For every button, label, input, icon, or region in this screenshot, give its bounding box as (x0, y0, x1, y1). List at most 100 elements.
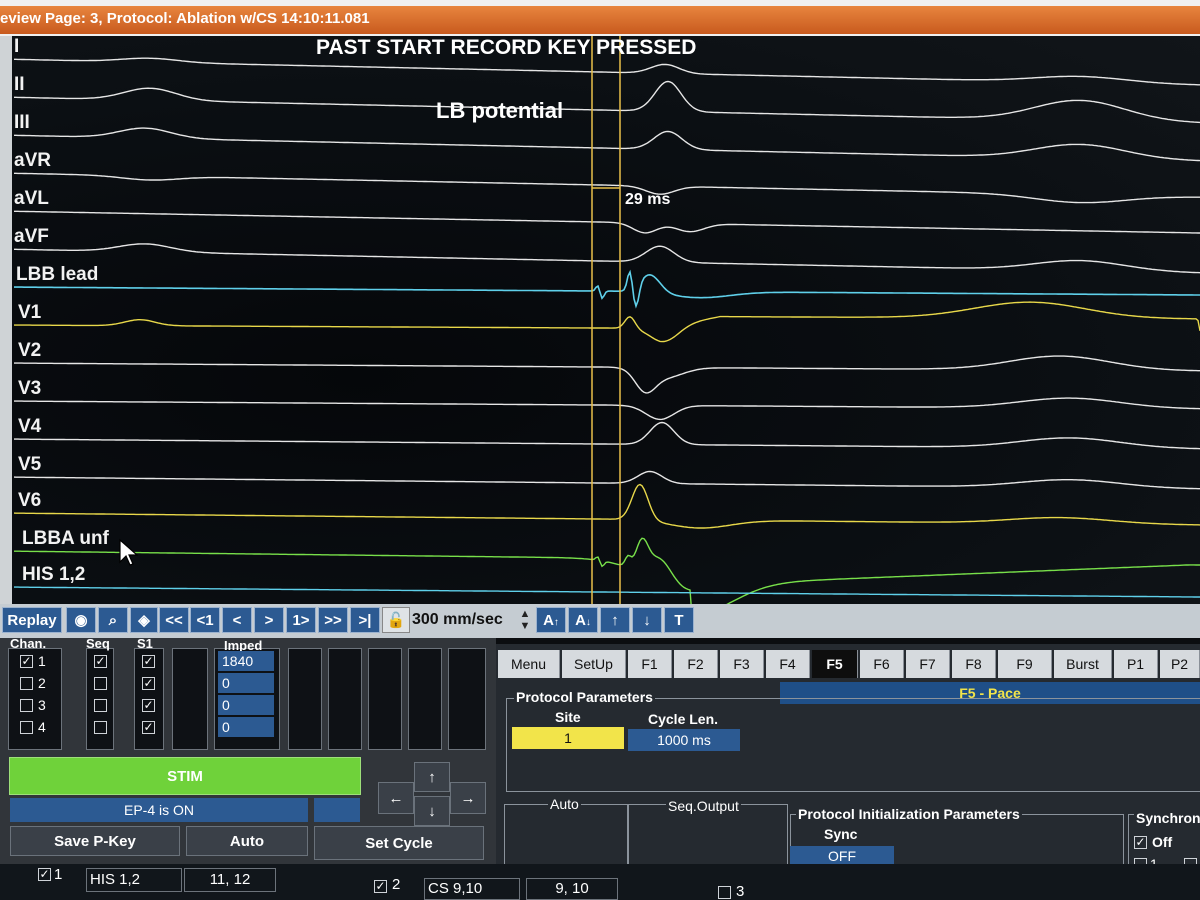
site-field[interactable]: 1 (512, 727, 624, 749)
arrow-down-icon[interactable]: ↓ (414, 796, 450, 826)
chan-number: 4 (38, 719, 46, 735)
tab-f9[interactable]: F9 (998, 650, 1052, 678)
arrow-up-icon[interactable]: ↑ (414, 762, 450, 792)
auto-group (504, 804, 628, 866)
chan-number: 1 (38, 653, 46, 669)
bottom-ch1-pins: 11, 12 (184, 868, 276, 892)
chan-checkbox[interactable] (20, 699, 33, 712)
chan-checkbox[interactable] (20, 721, 33, 734)
lead-label: HIS 1,2 (22, 564, 86, 585)
trace-v5 (13, 470, 1200, 490)
bottom-ch2-pins: 9, 10 (526, 878, 618, 900)
amp-down-button[interactable]: A↓ (568, 607, 598, 633)
lead-label: III (14, 112, 30, 133)
channel-up-button[interactable]: ↑ (600, 607, 630, 633)
lead-label: V1 (18, 302, 42, 323)
chan-checkbox[interactable] (20, 677, 33, 690)
mouse-cursor-icon (119, 538, 139, 566)
s1-checkbox[interactable]: ✓ (142, 677, 155, 690)
tab-f4[interactable]: F4 (766, 650, 810, 678)
arrow-right-icon[interactable]: → (450, 782, 486, 814)
empty-column-5 (408, 648, 442, 750)
synchron-off-checkbox[interactable]: ✓ (1134, 836, 1147, 849)
marker-icon[interactable]: ◈ (130, 607, 158, 633)
search-icon[interactable]: ⌕ (98, 607, 128, 633)
save-pkey-button[interactable]: Save P-Key (10, 826, 180, 856)
empty-column-4 (368, 648, 402, 750)
tab-setup[interactable]: SetUp (562, 650, 626, 678)
trace-v6 (13, 483, 1200, 529)
seq-checkbox[interactable] (94, 699, 107, 712)
bottom-ch1-number: 1 (54, 866, 63, 883)
bottom-ch2-name[interactable]: CS 9,10 (424, 878, 520, 900)
first-button[interactable]: << (159, 607, 189, 633)
chan-header: Chan. (10, 636, 47, 651)
tab-menu[interactable]: Menu (498, 650, 560, 678)
set-cycle-button[interactable]: Set Cycle (314, 826, 484, 860)
stim-label: STIM (167, 768, 203, 785)
seq-checkbox[interactable] (94, 721, 107, 734)
bottom-ch3-checkbox[interactable] (718, 886, 731, 899)
s1-checkbox[interactable]: ✓ (142, 721, 155, 734)
trace-v4 (14, 421, 1200, 450)
seq-output-label: Seq.Output (666, 798, 741, 814)
tab-f1[interactable]: F1 (628, 650, 672, 678)
tab-f6[interactable]: F6 (860, 650, 904, 678)
left-ruler[interactable] (0, 36, 12, 604)
empty-column-2 (288, 648, 322, 750)
sweep-speed: 300 mm/sec (412, 611, 503, 628)
next-one-button[interactable]: 1> (286, 607, 316, 633)
seq-checkbox[interactable]: ✓ (94, 655, 107, 668)
last-button[interactable]: >> (318, 607, 348, 633)
bottom-ch1-checkbox[interactable]: ✓ (38, 868, 51, 881)
sync-field[interactable]: OFF (790, 846, 894, 866)
trace-lbb-lead (14, 269, 1200, 309)
chan-checkbox[interactable]: ✓ (20, 655, 33, 668)
imped-value: 0 (218, 673, 274, 693)
auto-button[interactable]: Auto (186, 826, 308, 856)
replay-toolbar: Replay ◉ ⌕ ◈ << <1 < > 1> >> >| 🔓 300 mm… (0, 604, 1200, 638)
t-button[interactable]: T (664, 607, 694, 633)
next-button[interactable]: > (254, 607, 284, 633)
tab-burst[interactable]: Burst (1054, 650, 1112, 678)
status-blank (314, 798, 360, 822)
bottom-ch2-checkbox[interactable]: ✓ (374, 880, 387, 893)
lead-label: V4 (18, 416, 42, 437)
tab-f8[interactable]: F8 (952, 650, 996, 678)
cycle-length-label: Cycle Len. (648, 711, 719, 727)
record-banner: PAST START RECORD KEY PRESSED (316, 36, 697, 59)
tab-p2[interactable]: P2 (1160, 650, 1200, 678)
lead-label: aVR (14, 150, 51, 171)
end-button[interactable]: >| (350, 607, 380, 633)
speed-stepper-icon[interactable]: ▲ ▼ (516, 608, 534, 634)
arrow-left-icon[interactable]: ← (378, 782, 414, 814)
lead-label: LBBA unf (22, 528, 109, 549)
lock-icon[interactable]: 🔓 (382, 607, 410, 633)
replay-button[interactable]: Replay (2, 607, 62, 633)
auto-group-label: Auto (548, 796, 581, 812)
lead-label: V3 (18, 378, 42, 399)
tab-f5[interactable]: F5 (812, 650, 858, 678)
bottom-ch1-name[interactable]: HIS 1,2 (86, 868, 182, 892)
trace-his-1-2 (14, 586, 1200, 598)
tab-f2[interactable]: F2 (674, 650, 718, 678)
lead-label: II (14, 74, 25, 95)
s1-checkbox[interactable]: ✓ (142, 699, 155, 712)
chan-number: 2 (38, 675, 46, 691)
channel-down-button[interactable]: ↓ (632, 607, 662, 633)
s1-checkbox[interactable]: ✓ (142, 655, 155, 668)
waveform-display[interactable]: I II III aVR aVL aVF LBB lead V1 V2 V3 V4 V5 V6 LBBA … (0, 36, 1200, 604)
bottom-ch2-number: 2 (392, 876, 401, 893)
seq-checkbox[interactable] (94, 677, 107, 690)
lead-label: V6 (18, 490, 42, 511)
prev-button[interactable]: < (222, 607, 252, 633)
cycle-length-field[interactable]: 1000 ms (628, 729, 740, 751)
tab-f7[interactable]: F7 (906, 650, 950, 678)
tab-f3[interactable]: F3 (720, 650, 764, 678)
prev-one-button[interactable]: <1 (190, 607, 220, 633)
stim-button[interactable]: STIM (9, 757, 361, 795)
amp-up-button[interactable]: A↑ (536, 607, 566, 633)
view-icon[interactable]: ◉ (66, 607, 96, 633)
tab-p1[interactable]: P1 (1114, 650, 1158, 678)
trace-avf (14, 243, 1200, 274)
